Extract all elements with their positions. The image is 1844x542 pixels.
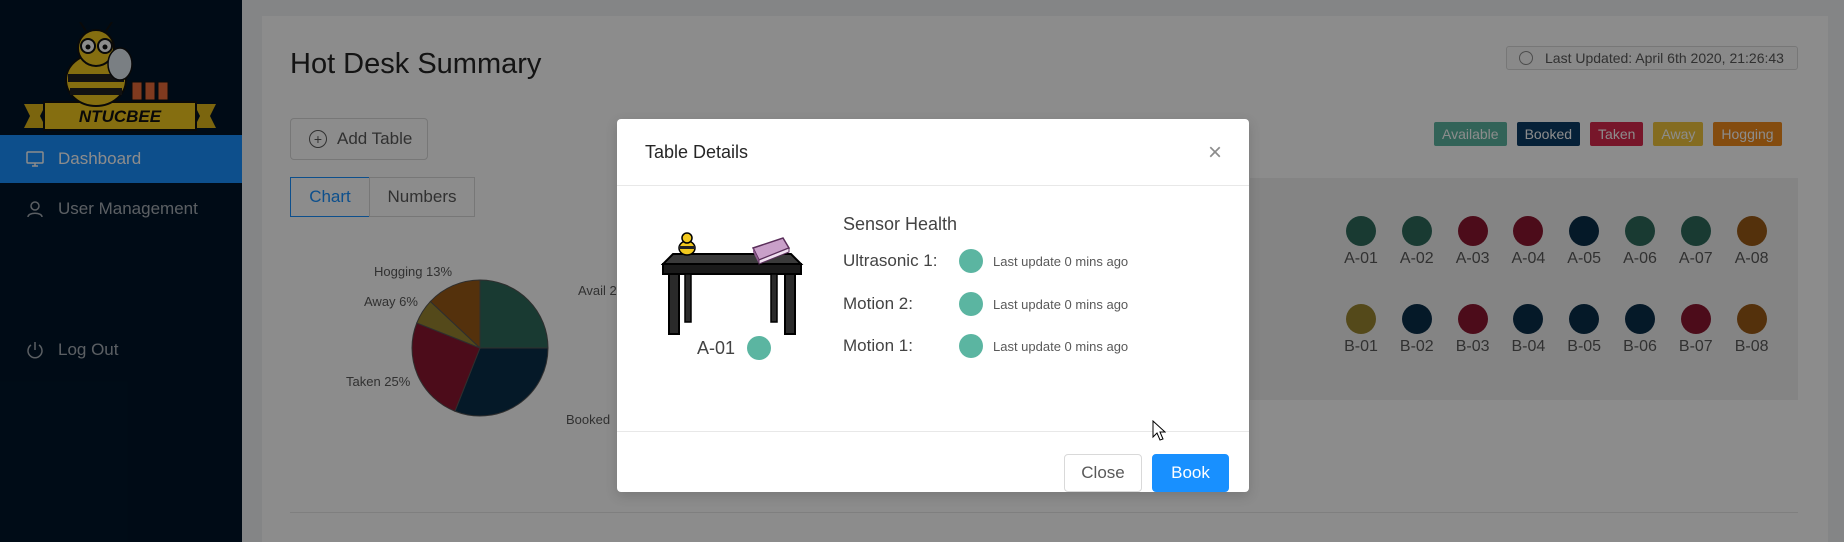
table-status-dot [747,336,772,360]
close-button[interactable]: Close [1064,454,1142,492]
sensor-update-text: Last update 0 mins ago [993,338,1129,354]
sensor-row-ultrasonic-1: Ultrasonic 1: Last update 0 mins ago [843,249,1128,273]
sensor-update-text: Last update 0 mins ago [993,296,1129,312]
sensor-status-dot [959,334,983,358]
modal-title: Table Details [645,141,749,162]
modal-header: Table Details × [617,119,1249,186]
sensor-health-title: Sensor Health [843,214,958,234]
sensor-row-motion-2: Motion 2: Last update 0 mins ago [843,292,1128,316]
sensor-status-dot [959,249,983,273]
desk-illustration [661,232,804,335]
sensor-name: Ultrasonic 1: [843,251,938,270]
mouse-cursor-icon [1152,420,1166,441]
modal-table-id: A-01 [697,336,772,360]
table-id-text: A-01 [697,337,736,358]
sensor-status-dot [959,292,983,316]
book-button[interactable]: Book [1152,454,1229,492]
sensor-row-motion-1: Motion 1: Last update 0 mins ago [843,334,1128,358]
sensor-update-text: Last update 0 mins ago [993,253,1129,269]
sensor-name: Motion 1: [843,336,913,355]
sensor-name: Motion 2: [843,294,913,313]
modal-body: A-01 Sensor Health Ultrasonic 1: Last up… [617,186,1249,431]
close-icon[interactable]: × [1205,141,1225,165]
